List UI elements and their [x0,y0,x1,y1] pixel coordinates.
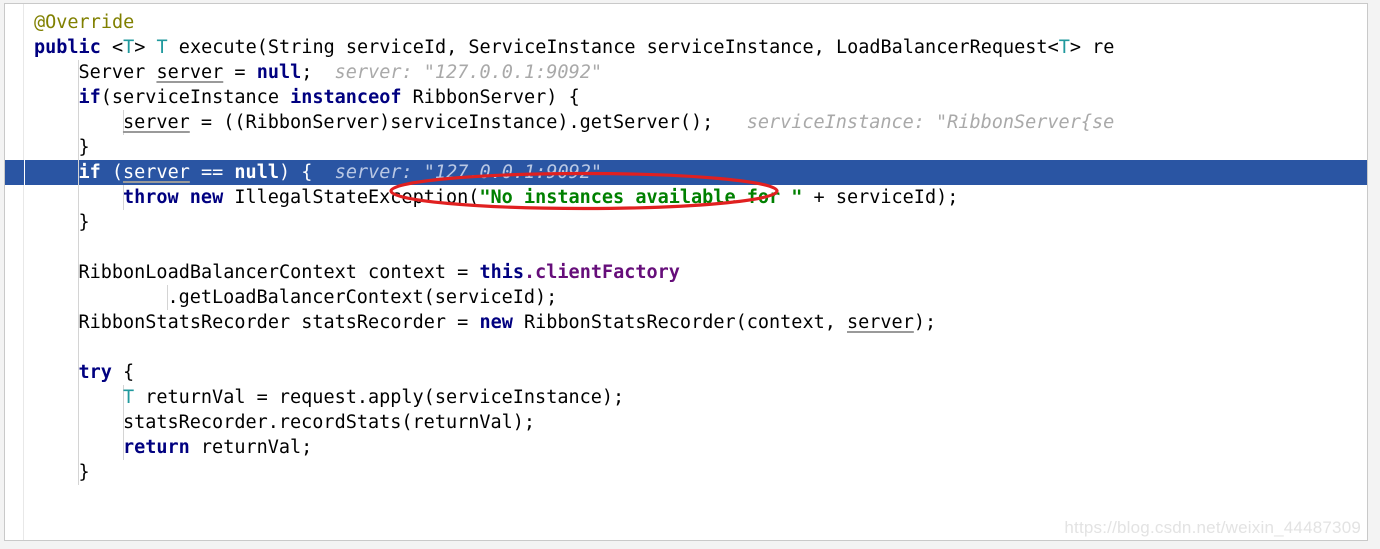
code-token: T [122,387,135,408]
code-line[interactable]: } [25,135,1367,160]
code-token: (serviceInstance [100,87,291,108]
code-token: > [1069,37,1081,58]
code-line[interactable]: if(serviceInstance instanceof RibbonServ… [25,85,1367,110]
code-line[interactable]: RibbonLoadBalancerContext context = this… [25,260,1367,285]
code-line[interactable]: public <T> T execute(String serviceId, S… [25,35,1367,60]
code-token: server [156,62,224,83]
code-token: T [123,37,135,58]
code-token: .getLoadBalancerContext(serviceId); [167,287,558,308]
code-editor-panel[interactable]: @Override public <T> T execute(String ser… [4,3,1368,541]
editor-gutter[interactable] [5,4,24,540]
code-token: RibbonStatsRecorder statsRecorder = [78,312,480,333]
code-token: < [111,37,124,58]
code-token: + serviceId); [802,187,959,208]
code-token: if [78,162,101,183]
code-token: statsRecorder.recordStats(returnVal); [122,412,536,433]
code-line[interactable]: RibbonStatsRecorder statsRecorder = new … [25,310,1367,335]
code-token: T [156,37,168,58]
code-token: server: "127.0.0.1:9092" [334,162,602,183]
execution-point-marker [5,160,24,185]
code-line[interactable]: } [25,210,1367,235]
code-token: execute(String serviceId, ServiceInstanc… [167,37,1048,58]
code-token: } [78,462,90,483]
code-line[interactable]: try { [25,360,1367,385]
code-token: T [1058,37,1070,58]
code-line[interactable]: Server server = null; server: "127.0.0.1… [25,60,1367,85]
code-line[interactable]: return returnVal; [25,435,1367,460]
code-token: null [256,62,302,83]
code-line[interactable]: .getLoadBalancerContext(serviceId); [25,285,1367,310]
code-token: ); [913,312,937,333]
code-token: ( [100,162,124,183]
code-token: < [1047,37,1059,58]
code-token: server [847,312,914,333]
code-line[interactable]: } [25,460,1367,485]
code-token: null [234,162,279,183]
code-line-selected[interactable]: if (server == null) { server: "127.0.0.1… [25,160,1367,185]
code-line[interactable] [25,235,1367,260]
code-token: "No instances available for " [479,187,803,208]
code-token: return [122,437,190,458]
screenshot-root: @Override public <T> T execute(String ser… [0,0,1380,549]
code-token: public [34,37,101,58]
code-token: server [122,112,190,133]
code-token: > [134,37,157,58]
code-token: if [78,87,101,108]
code-line[interactable]: T returnVal = request.apply(serviceInsta… [25,385,1367,410]
code-token: this [479,262,524,283]
code-token: throw [122,187,179,208]
code-line[interactable]: throw new IllegalStateException("No inst… [25,185,1367,210]
code-token: RibbonServer) { [401,87,580,108]
code-token: = [223,62,257,83]
code-token: re [1081,37,1115,58]
code-lines[interactable]: @Override public <T> T execute(String ser… [25,4,1367,485]
code-line[interactable]: server = ((RibbonServer)serviceInstance)… [25,110,1367,135]
code-surface[interactable]: @Override public <T> T execute(String ser… [25,4,1367,540]
code-token: ) { [278,162,335,183]
code-token: new [479,312,513,333]
code-token: @Override [34,12,135,33]
code-token: { [111,362,135,383]
code-token: server [123,162,190,183]
code-line[interactable]: statsRecorder.recordStats(returnVal); [25,410,1367,435]
watermark-text: https://blog.csdn.net/weixin_44487309 [1064,518,1361,537]
code-token: serviceInstance: "RibbonServer{se [746,112,1115,133]
code-token: } [78,137,90,158]
code-token: .clientFactory [524,262,680,283]
code-line[interactable]: @Override [25,10,1367,35]
code-token: returnVal = request.apply(serviceInstanc… [134,387,625,408]
code-line[interactable] [25,335,1367,360]
code-token: IllegalStateException( [223,187,480,208]
code-token: RibbonLoadBalancerContext context = [78,262,480,283]
code-token: Server [78,62,157,83]
code-token: } [78,212,90,233]
code-token: RibbonStatsRecorder(context, [512,312,847,333]
code-token: ; [301,62,335,83]
code-token: == [189,162,235,183]
code-token: server: "127.0.0.1:9092" [334,62,602,83]
code-token: new [189,187,224,208]
code-token: = ((RibbonServer)serviceInstance).getSer… [189,112,747,133]
code-token: try [78,362,112,383]
code-token: instanceof [290,87,402,108]
code-token: returnVal; [189,437,313,458]
